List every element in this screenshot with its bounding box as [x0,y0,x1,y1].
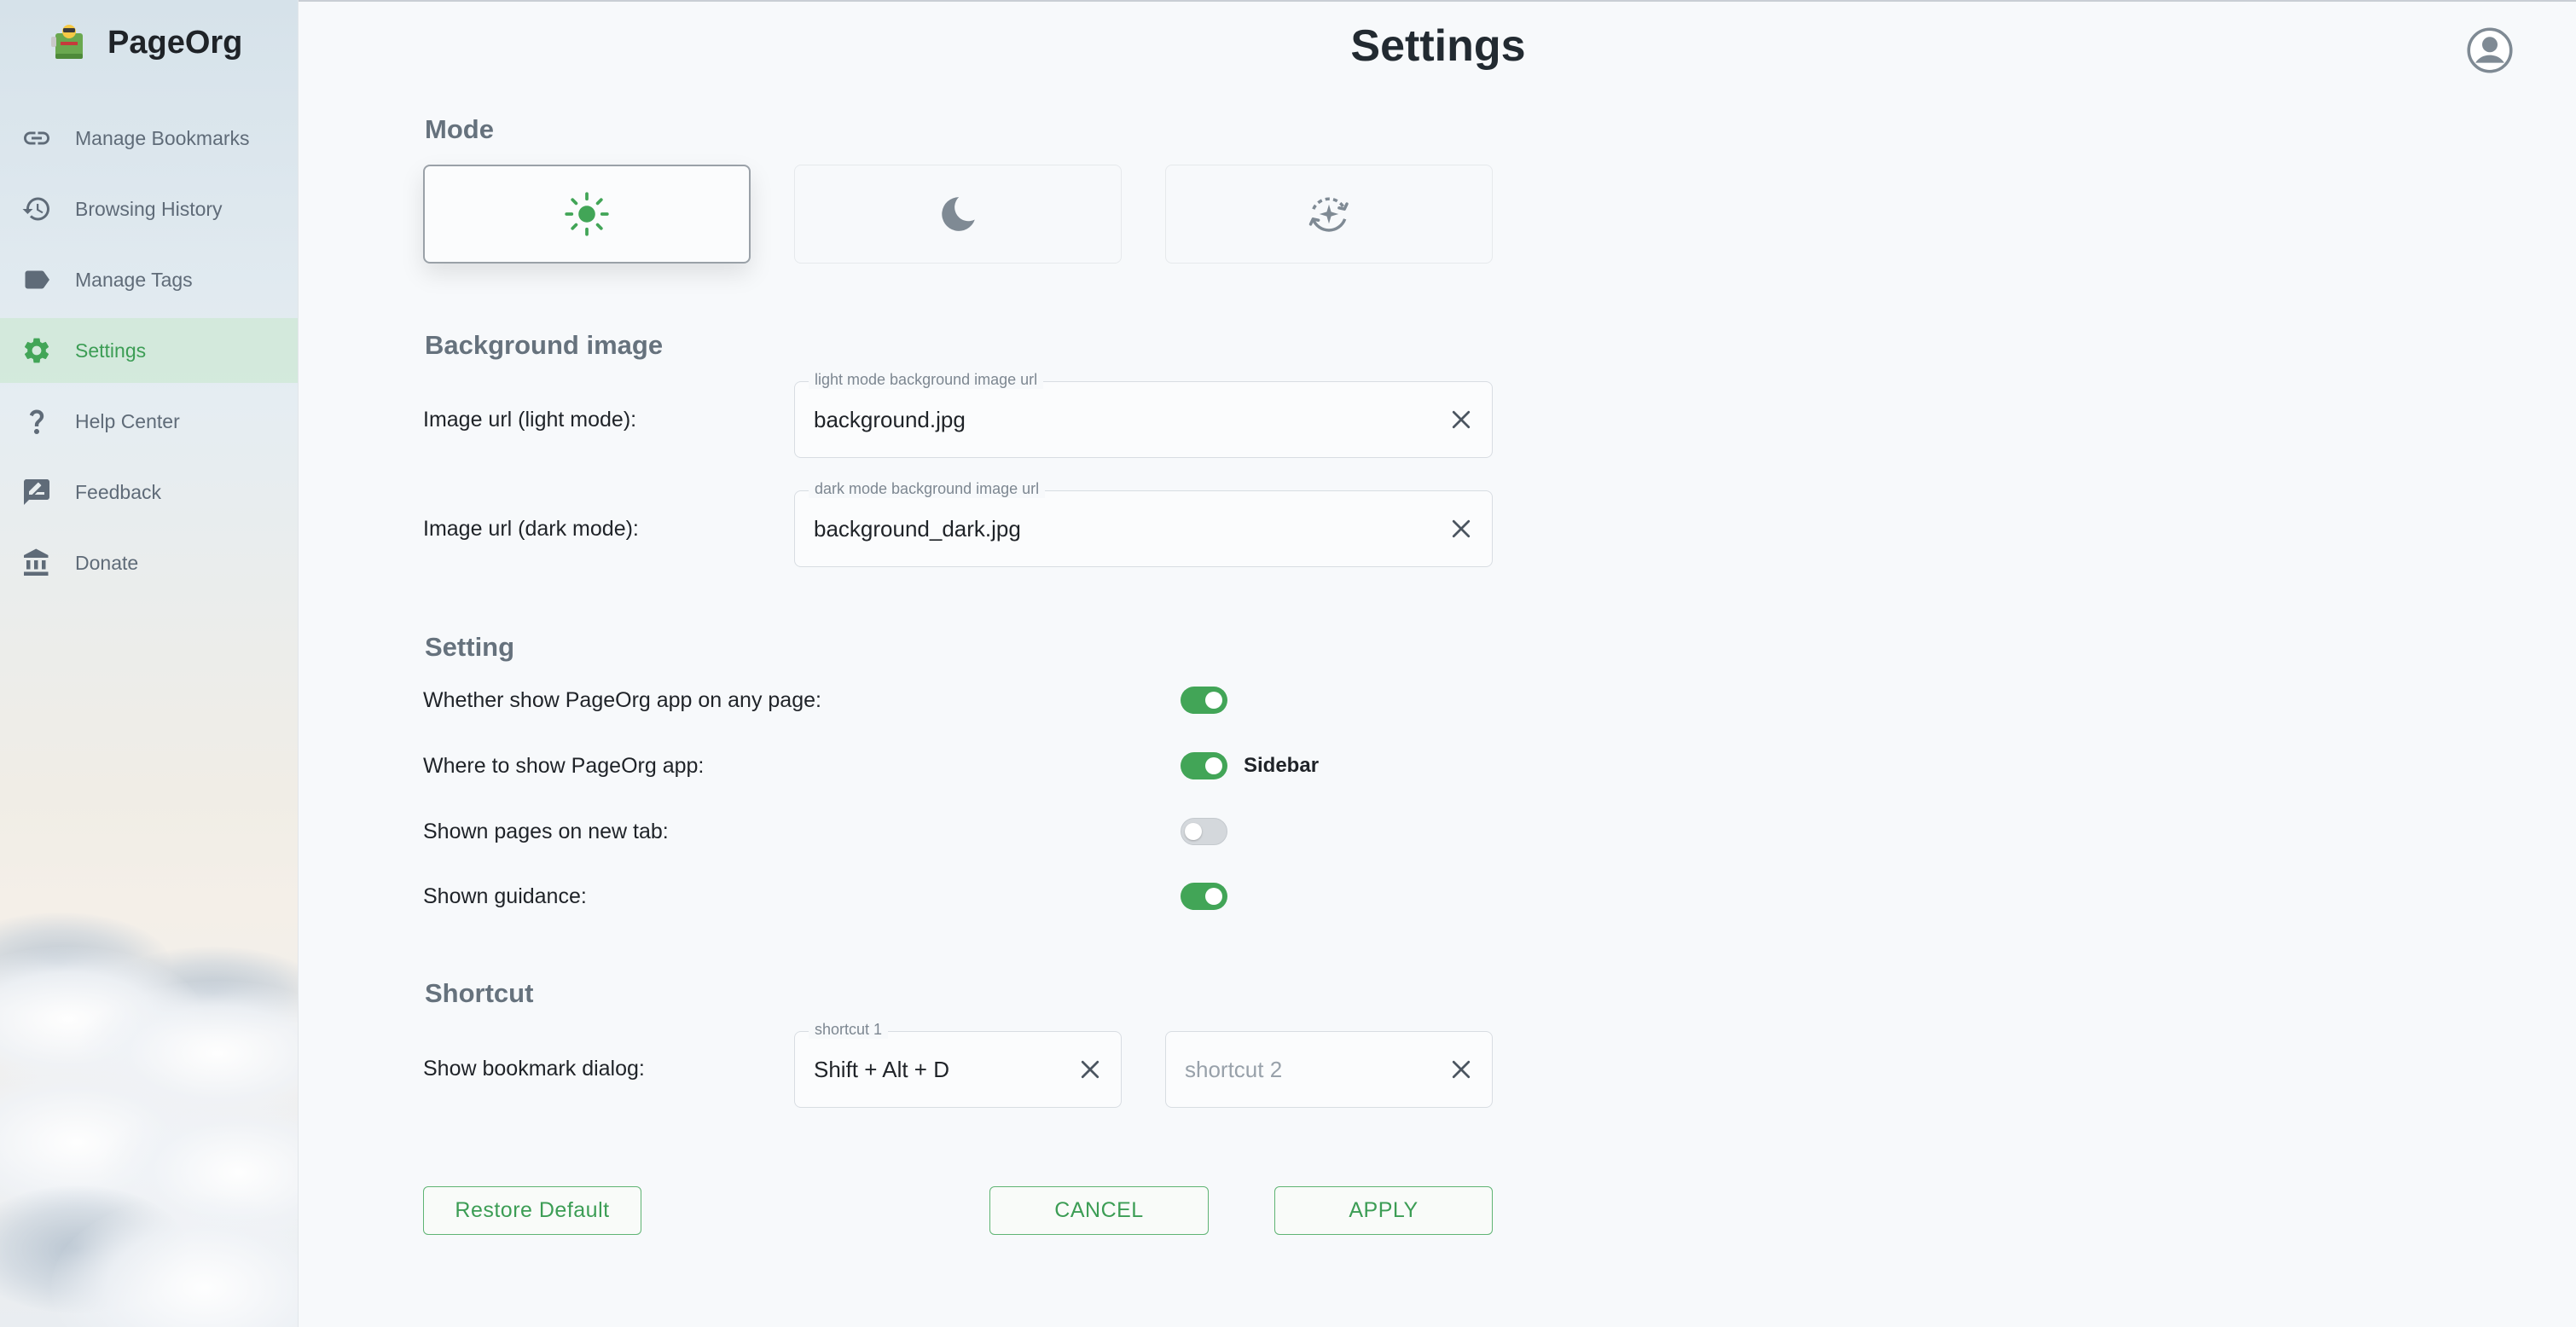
dark-image-label: Image url (dark mode): [423,517,639,541]
light-image-url-field[interactable]: light mode background image url backgrou… [794,371,1493,458]
dark-image-url-field[interactable]: dark mode background image url backgroun… [794,480,1493,567]
shortcut-row-label: Show bookmark dialog: [423,1057,645,1081]
restore-default-button[interactable]: Restore Default [423,1186,641,1235]
toggle-knob [1205,692,1222,709]
mode-light-button[interactable] [423,165,751,264]
shortcut-2-field[interactable]: shortcut 2 [1165,1031,1493,1108]
pageorg-logo-icon [51,25,83,59]
light-image-label: Image url (light mode): [423,408,637,432]
sidebar-item-help-center[interactable]: Help Center [0,389,298,454]
sidebar-item-label: Manage Tags [75,268,193,291]
field-placeholder: shortcut 2 [1185,1057,1283,1082]
setting-section-title: Setting [425,632,515,662]
setting-label: Shown guidance: [423,884,587,908]
mode-dark-button[interactable] [794,165,1122,264]
account-icon[interactable] [2467,27,2513,73]
gear-icon [20,334,53,367]
clear-icon[interactable] [1075,1054,1105,1085]
field-value: Shift + Alt + D [814,1057,949,1082]
clear-icon[interactable] [1446,1054,1477,1085]
moon-icon [942,197,975,231]
sidebar-item-manage-bookmarks[interactable]: Manage Bookmarks [0,106,298,171]
shortcut-section-title: Shortcut [425,978,534,1008]
field-value: background.jpg [814,407,966,432]
tag-icon [20,264,53,296]
app-position-value: Sidebar [1244,754,1320,777]
sidebar-item-browsing-history[interactable]: Browsing History [0,177,298,241]
field-legend: shortcut 1 [809,1021,889,1039]
field-legend: light mode background image url [809,371,1044,389]
sidebar-item-label: Settings [75,339,147,362]
toggle-knob [1205,888,1222,905]
shortcut-1-field[interactable]: shortcut 1 Shift + Alt + D [794,1021,1122,1108]
auto-mode-icon [1308,197,1349,232]
brand[interactable]: PageOrg [48,19,242,67]
sidebar-item-label: Manage Bookmarks [75,126,250,149]
mode-auto-button[interactable] [1165,165,1493,264]
toggle-knob [1205,757,1222,774]
toggle-knob [1185,823,1202,840]
background-section-title: Background image [425,330,664,360]
setting-label: Where to show PageOrg app: [423,754,705,778]
sidebar-item-label: Feedback [75,480,162,503]
sidebar-item-label: Help Center [75,409,180,432]
sidebar-item-manage-tags[interactable]: Manage Tags [0,247,298,312]
sidebar-item-label: Donate [75,551,139,574]
mode-section-title: Mode [425,114,494,144]
sidebar-item-donate[interactable]: Donate [0,530,298,595]
clear-icon[interactable] [1446,513,1477,544]
app-position-toggle[interactable] [1181,752,1227,779]
sidebar-item-label: Browsing History [75,197,223,220]
window-top-border [0,0,2576,2]
field-value: background_dark.jpg [814,516,1021,542]
question-icon [20,405,53,438]
feedback-icon [20,476,53,508]
setting-label: Shown pages on new tab: [423,820,669,843]
shown-pages-new-tab-toggle[interactable] [1181,818,1227,845]
app-name: PageOrg [107,24,243,61]
bank-icon [20,547,53,579]
shown-guidance-toggle[interactable] [1181,883,1227,910]
apply-button[interactable]: APPLY [1274,1186,1493,1235]
cancel-button[interactable]: CANCEL [989,1186,1209,1235]
link-icon [20,122,53,154]
page-title: Settings [1350,21,1526,71]
field-legend: dark mode background image url [809,480,1046,498]
sidebar: PageOrg Manage Bookmarks Browsing Histor… [0,0,299,1327]
history-icon [20,193,53,225]
clear-icon[interactable] [1446,404,1477,435]
show-app-any-page-toggle[interactable] [1181,687,1227,714]
setting-label: Whether show PageOrg app on any page: [423,688,821,712]
sun-icon [565,192,609,236]
sidebar-item-feedback[interactable]: Feedback [0,460,298,524]
sidebar-item-settings[interactable]: Settings [0,318,298,383]
